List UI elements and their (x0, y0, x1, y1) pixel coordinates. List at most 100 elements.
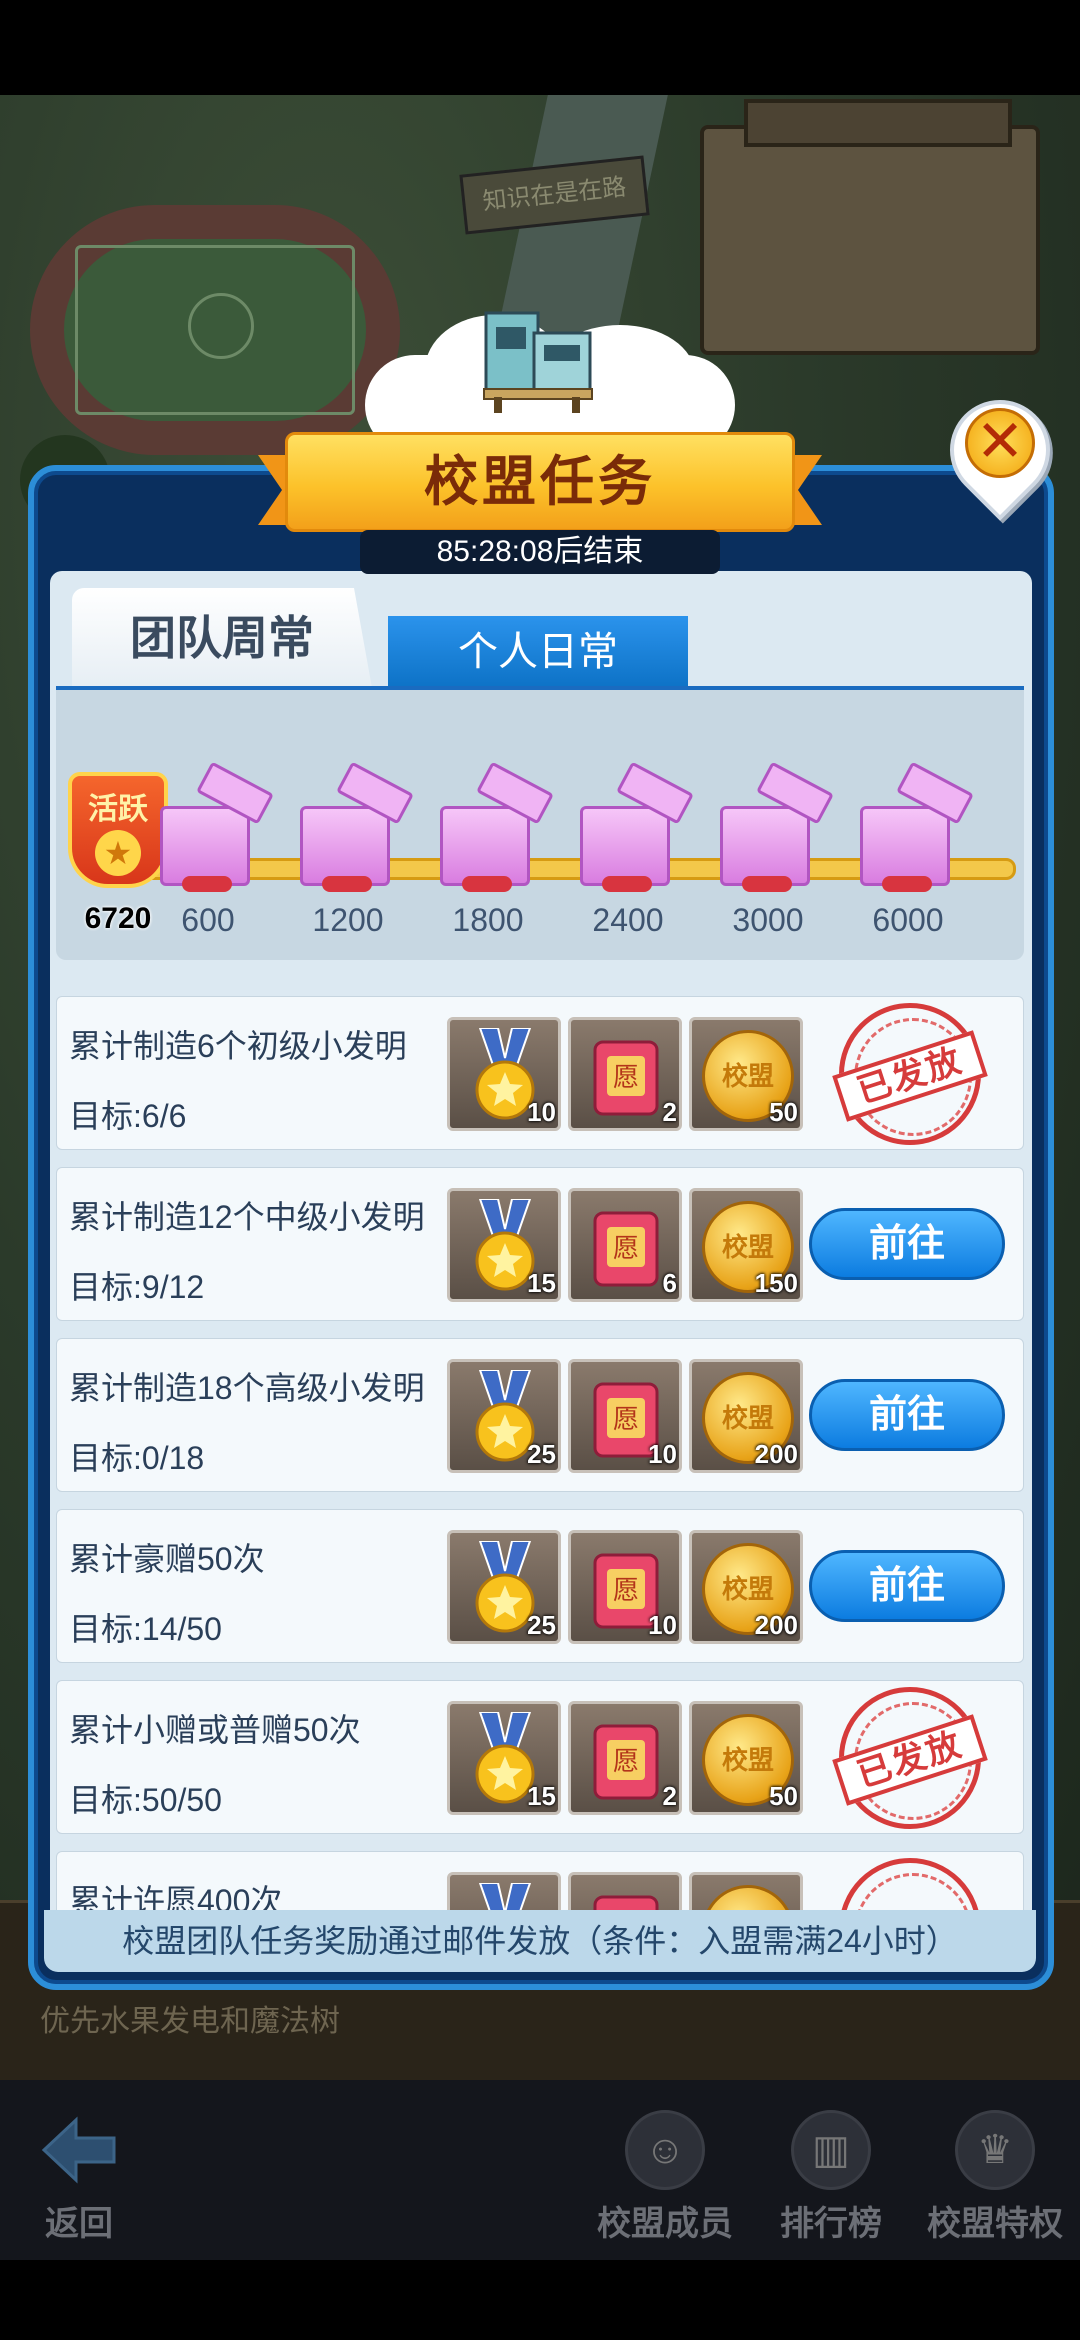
wish-glyph: 愿 (613, 1063, 639, 1093)
reward-alliance-coin[interactable]: 校盟 50 (689, 1701, 803, 1815)
reward-alliance-coin[interactable]: 校盟 200 (689, 1530, 803, 1644)
reward-wish-book[interactable]: 愿 10 (568, 1530, 682, 1644)
gift-ribbon (182, 876, 232, 892)
milestone-value: 1800 (452, 902, 524, 938)
tab-personal-daily[interactable]: 个人日常 (388, 616, 688, 688)
reward-mail-note: 校盟团队任务奖励通过邮件发放（条件：入盟需满24小时） (44, 1910, 1036, 1972)
gift-box-icon[interactable] (152, 761, 274, 892)
claimed-stamp (839, 1858, 981, 1914)
members-icon: ☺ (625, 2110, 705, 2190)
milestone-value: 600 (181, 902, 235, 938)
reward-quantity: 10 (527, 1097, 556, 1127)
reward-medal[interactable] (447, 1872, 561, 1914)
milestone-value: 1200 (312, 902, 384, 938)
claimed-stamp-text: 已发放 (832, 1714, 988, 1806)
reward-quantity: 50 (769, 1781, 798, 1811)
reward-alliance-coin[interactable]: 校盟 (689, 1872, 803, 1914)
task-title: 累计豪赠50次 (69, 1541, 265, 1577)
wish-book-icon: 愿 (593, 1724, 659, 1800)
task-title: 累计制造6个初级小发明 (69, 1028, 407, 1064)
reward-quantity: 10 (648, 1439, 677, 1469)
gift-box-icon[interactable] (572, 761, 694, 892)
reward-wish-book[interactable]: 愿2 (568, 1701, 682, 1815)
back-label: 返回 (45, 2205, 113, 2243)
reward-wish-book[interactable]: 愿 (568, 1872, 682, 1914)
reward-quantity: 2 (662, 1781, 677, 1811)
reward-wish-book[interactable]: 愿6 (568, 1188, 682, 1302)
close-icon[interactable]: ✕ (965, 408, 1035, 478)
task-progress: 目标:0/18 (69, 1440, 205, 1476)
milestone-value: 3000 (732, 902, 804, 938)
reward-quantity: 2 (662, 1097, 677, 1127)
wish-book-icon: 愿 (593, 1040, 659, 1116)
gift-box-icon[interactable] (852, 761, 974, 892)
gift-ribbon (882, 876, 932, 892)
gift-ribbon (462, 876, 512, 892)
reward-quantity: 25 (527, 1439, 556, 1469)
task-card: 累计制造6个初级小发明 目标:6/6 10 愿 2 校盟 50 已发放 (56, 996, 1024, 1150)
nav-members[interactable]: ☺ 校盟成员 (590, 2110, 740, 2245)
go-button[interactable]: 前往 (809, 1379, 1005, 1451)
school-building-icon (483, 311, 593, 413)
gift-box-icon[interactable] (432, 761, 554, 892)
task-card: 累计制造12个中级小发明 目标:9/12 15 愿 6 校盟 150 前往 (56, 1167, 1024, 1321)
gift-box-body (720, 806, 810, 886)
reward-quantity: 50 (769, 1097, 798, 1127)
task-card: 累计小赠或普赠50次 目标:50/50 15 愿 2 校盟 50 已发放 (56, 1680, 1024, 1834)
reward-quantity: 25 (527, 1610, 556, 1640)
reward-medal[interactable]: 10 (447, 1017, 561, 1131)
gift-ribbon (322, 876, 372, 892)
task-card: 累计豪赠50次 目标:14/50 25 愿 10 校盟 200 前往 (56, 1509, 1024, 1663)
reward-quantity: 200 (754, 1439, 798, 1469)
gift-box-icon[interactable] (712, 761, 834, 892)
nav-privileges[interactable]: ♛ 校盟特权 (920, 2110, 1070, 2245)
wish-glyph: 愿 (613, 1405, 639, 1435)
task-title: 累计制造12个中级小发明 (69, 1199, 425, 1235)
countdown-timer: 85:28:08后结束 (360, 530, 720, 574)
task-card: 累计许愿400次 愿校盟 (56, 1851, 1024, 1914)
star-icon: ★ (95, 830, 141, 876)
milestone-value: 6000 (872, 902, 944, 938)
gift-ribbon (602, 876, 652, 892)
reward-medal[interactable]: 25 (447, 1359, 561, 1473)
task-title: 累计许愿400次 (69, 1883, 283, 1914)
milestone-value: 2400 (592, 902, 664, 938)
dialog-title: 校盟任务 (285, 432, 795, 532)
reward-medal[interactable]: 15 (447, 1188, 561, 1302)
reward-medal[interactable]: 25 (447, 1530, 561, 1644)
reward-alliance-coin[interactable]: 校盟 200 (689, 1359, 803, 1473)
go-button[interactable]: 前往 (809, 1208, 1005, 1280)
task-card: 累计制造18个高级小发明 目标:0/18 25 愿 10 校盟 200 前往 (56, 1338, 1024, 1492)
nav-members-label: 校盟成员 (597, 2205, 733, 2243)
tab-team-weekly[interactable]: 团队周常 (72, 588, 372, 688)
task-list[interactable]: 累计制造6个初级小发明 目标:6/6 10 愿 2 校盟 50 已发放 累计制造12个中级小发明… (56, 996, 1024, 1914)
go-button[interactable]: 前往 (809, 1550, 1005, 1622)
reward-alliance-coin[interactable]: 校盟 150 (689, 1188, 803, 1302)
gift-box-body (160, 806, 250, 886)
reward-quantity: 200 (754, 1610, 798, 1640)
reward-quantity: 10 (648, 1610, 677, 1640)
task-progress: 目标:14/50 (69, 1611, 222, 1647)
nav-privileges-label: 校盟特权 (927, 2205, 1063, 2243)
reward-quantity: 15 (527, 1781, 556, 1811)
nav-ranking-label: 排行榜 (780, 2205, 882, 2243)
back-button[interactable]: 返回 (4, 2110, 154, 2245)
gift-box-body (860, 806, 950, 886)
nav-ranking[interactable]: ▥ 排行榜 (756, 2110, 906, 2245)
reward-quantity: 6 (662, 1268, 677, 1298)
background-hint-text: 优先水果发电和魔法树 (40, 2005, 340, 2038)
reward-quantity: 15 (527, 1268, 556, 1298)
wish-glyph: 愿 (613, 1747, 639, 1777)
game-screen: 知识在是在路 优先水果发电和魔法树 返回 ☺ 校盟成员 ▥ 排行榜 ♛ 校盟特权 (0, 0, 1080, 2340)
tab-bar: 团队周常 个人日常 (56, 588, 1024, 688)
reward-alliance-coin[interactable]: 校盟 50 (689, 1017, 803, 1131)
reward-wish-book[interactable]: 愿2 (568, 1017, 682, 1131)
gift-box-icon[interactable] (292, 761, 414, 892)
reward-medal[interactable]: 15 (447, 1701, 561, 1815)
reward-wish-book[interactable]: 愿 10 (568, 1359, 682, 1473)
wish-glyph: 愿 (613, 1576, 639, 1606)
gift-ribbon (742, 876, 792, 892)
task-progress: 目标:9/12 (69, 1269, 205, 1305)
task-progress: 目标:6/6 (69, 1098, 187, 1134)
claimed-stamp: 已发放 (832, 1687, 988, 1829)
